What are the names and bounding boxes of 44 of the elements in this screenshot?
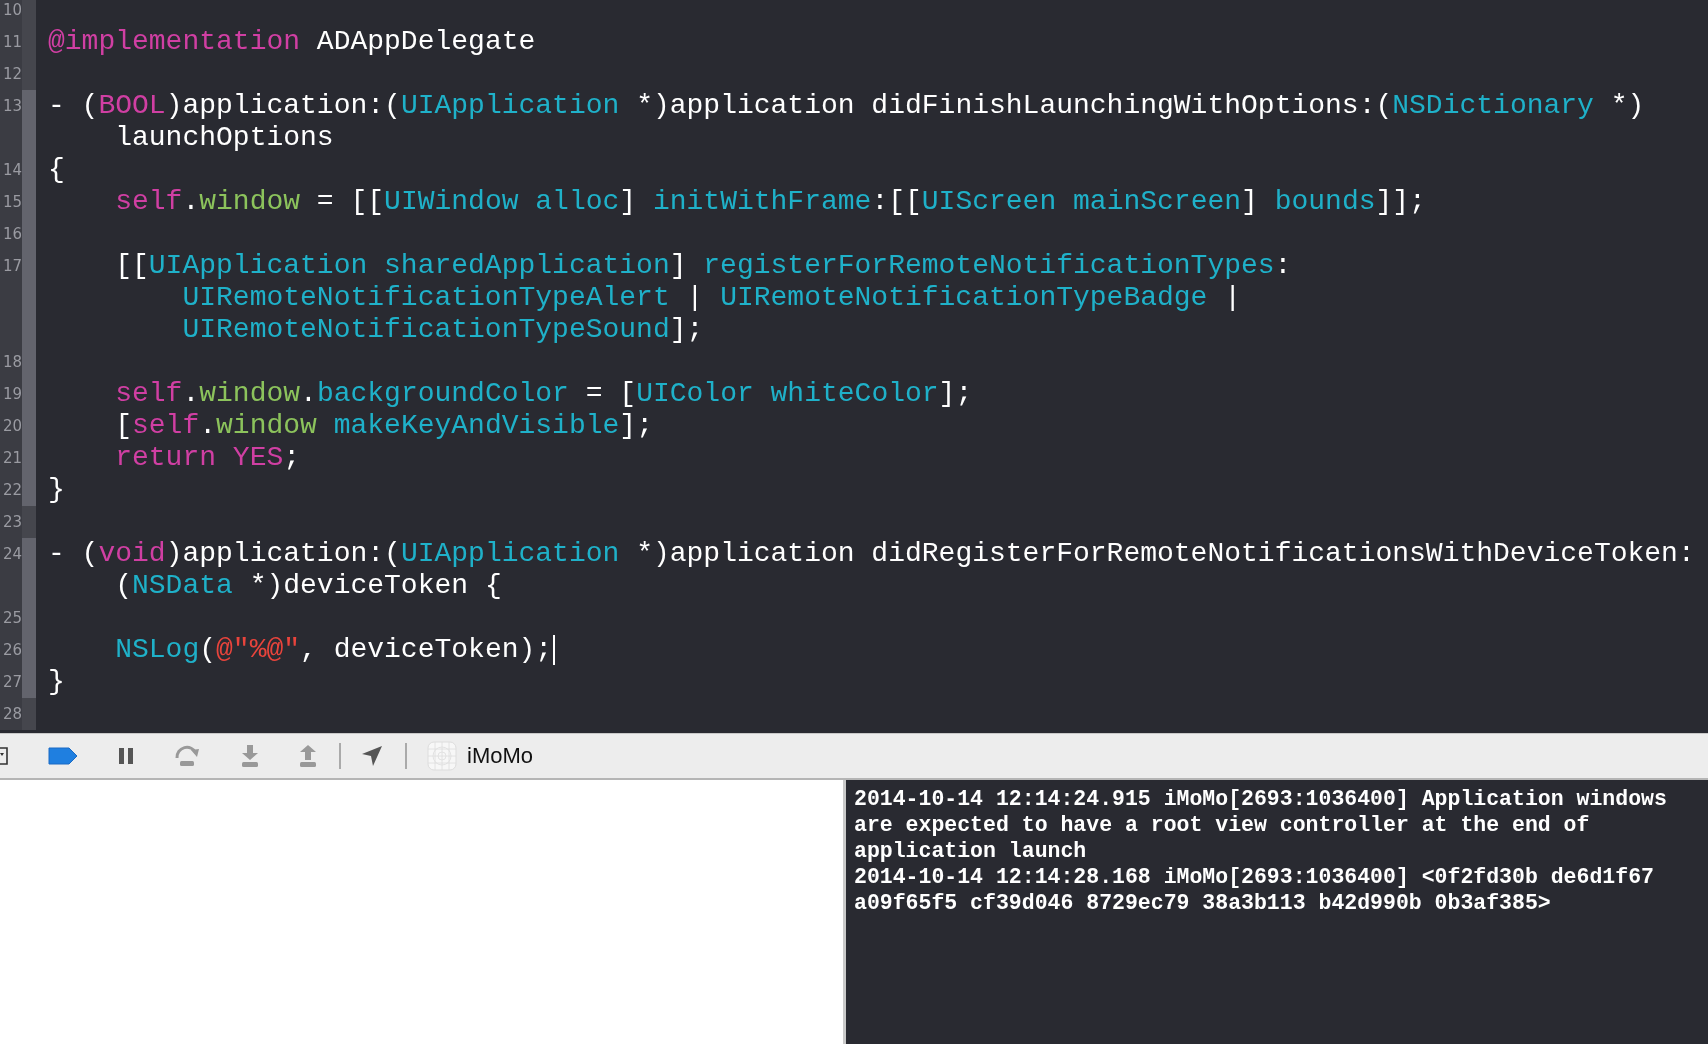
line-number: 26 [1, 640, 22, 661]
console-toggle-icon[interactable] [0, 747, 8, 765]
code-line: NSLog(@"%@", deviceToken); [115, 634, 553, 666]
code-line: - (BOOL)application:(UIApplication *)application didFinishLaunchingWithOptions:(NSDictionary *) [48, 90, 1645, 122]
code-line: self.window = [[UIWindow alloc] initWithFrame:[[UIScreen mainScreen] bounds]]; [115, 186, 1426, 218]
line-number: 16 [1, 224, 22, 245]
code-line: { [48, 154, 65, 186]
code-line: [self.window makeKeyAndVisible]; [115, 410, 653, 442]
line-number: 11 [1, 32, 22, 53]
line-number: 17 [1, 256, 22, 277]
text-cursor [553, 635, 556, 665]
code-line: [[UIApplication sharedApplication] registerForRemoteNotificationTypes: [115, 250, 1292, 282]
line-number: 27 [1, 672, 22, 693]
process-name[interactable]: iMoMo [467, 743, 533, 769]
breakpoint-icon[interactable] [48, 747, 78, 765]
log-message: 2014-10-14 12:14:28.168 iMoMo[2693:1036400] <0f2fd30b de6d1f67 a09f65f5 cf39d046 8729ec79 38a3b113 b42d990b 0b3af385> [854, 864, 1655, 916]
code-line: launchOptions [115, 122, 334, 154]
line-number: 24 [1, 544, 22, 565]
code-line: UIRemoteNotificationTypeSound]; [182, 314, 704, 346]
line-number: 15 [1, 192, 22, 213]
code-line: - (void)application:(UIApplication *)application didRegisterForRemoteNotificationsWithDeviceToken: [48, 538, 1695, 570]
line-number: 19 [1, 384, 22, 405]
line-number: 28 [1, 704, 22, 725]
line-number: 23 [1, 512, 22, 533]
line-number: 20 [1, 416, 22, 437]
code-line: @implementation ADAppDelegate [48, 26, 536, 58]
code-line: } [48, 474, 65, 506]
code-line: } [48, 666, 65, 698]
code-line: self.window.backgroundColor = [UIColor whiteColor]; [115, 378, 973, 410]
line-number: 13 [1, 96, 22, 117]
line-number: 18 [1, 352, 22, 373]
location-arrow-icon[interactable] [361, 745, 383, 767]
line-number: 21 [1, 448, 22, 469]
line-number: 12 [1, 64, 22, 85]
code-line: UIRemoteNotificationTypeAlert | UIRemoteNotificationTypeBadge | [182, 282, 1241, 314]
code-line: (NSData *)deviceToken { [115, 570, 502, 602]
log-message: 2014-10-14 12:14:24.915 iMoMo[2693:1036400] Application windows are expected to have a root view controller at the end of application launch [854, 786, 1668, 864]
pause-icon[interactable] [118, 747, 134, 765]
line-number: 25 [1, 608, 22, 629]
code-line: return YES; [115, 442, 301, 474]
line-number: 10 [1, 0, 22, 21]
code-editor[interactable] [0, 0, 1708, 733]
line-number: 22 [1, 480, 22, 501]
line-number: 14 [1, 160, 22, 181]
